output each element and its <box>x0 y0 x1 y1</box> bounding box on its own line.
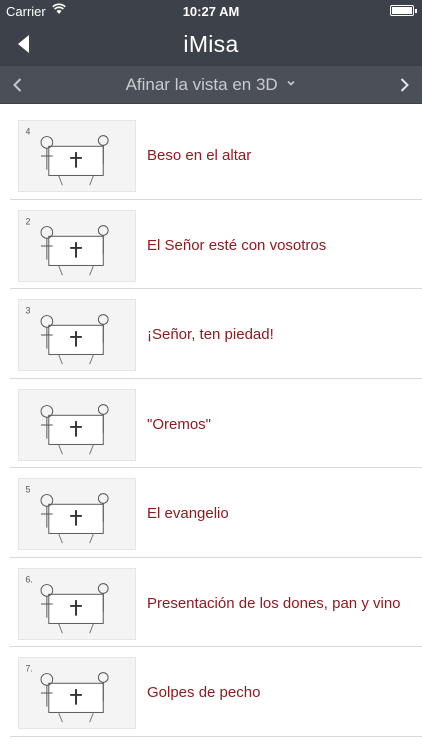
list-item-label: Beso en el altar <box>147 147 252 164</box>
list-item[interactable]: "Oremos" <box>0 379 422 469</box>
step-illustration <box>18 388 136 461</box>
svg-text:5: 5 <box>25 485 30 495</box>
step-illustration: 7. <box>18 657 136 729</box>
list-item[interactable]: 2 El Señor esté con vosotros <box>0 200 422 290</box>
navbar: iMisa <box>0 22 422 66</box>
list-item-label: ¡Señor, ten piedad! <box>147 326 274 343</box>
sketch-image <box>40 403 109 454</box>
svg-text:4: 4 <box>25 127 30 137</box>
list-item-label: El Señor esté con vosotros <box>147 236 327 254</box>
chevron-right-icon[interactable] <box>394 75 414 95</box>
sketch-image: 6. <box>25 574 109 633</box>
list-item[interactable]: 5 El evangelio <box>0 468 422 558</box>
step-illustration: 3 <box>18 299 136 371</box>
sketch-image: 7. <box>25 664 109 723</box>
svg-text:2: 2 <box>25 216 30 226</box>
sketch-image: 3 <box>25 306 109 365</box>
status-bar: Carrier 10:27 AM <box>0 0 422 22</box>
battery-fill <box>392 7 412 14</box>
list-item-label: Golpes de pecho <box>147 684 261 701</box>
sketch-image: 5 <box>25 485 109 544</box>
step-illustration: 6. <box>18 567 136 640</box>
list-item-label: "Oremos" <box>147 415 211 433</box>
list-item[interactable]: 7. Golpes de pecho <box>0 647 422 737</box>
sketch-image: 4 <box>25 127 109 186</box>
battery-icon <box>390 5 417 16</box>
step-illustration: 5 <box>18 478 136 550</box>
step-illustration: 4 <box>18 120 136 192</box>
header: Carrier 10:27 AM iMisa <box>0 0 422 66</box>
list-item[interactable]: 6. Presentación de los dones, pan y vino <box>0 558 422 648</box>
view-dropdown-label: Afinar la vista en 3D <box>125 75 278 94</box>
svg-text:6.: 6. <box>25 574 32 584</box>
sketch-image: 2 <box>25 216 109 275</box>
svg-text:3: 3 <box>25 306 30 316</box>
steps-list: 4 Beso en el altar 2 El Señor esté con v… <box>0 110 422 737</box>
svg-text:7.: 7. <box>25 664 32 674</box>
list-item-label: Presentación de los dones, pan y vino <box>147 594 401 612</box>
step-illustration: 2 <box>18 209 136 282</box>
page-title: iMisa <box>183 31 239 57</box>
list-item-label: El evangelio <box>147 505 229 522</box>
view-dropdown[interactable]: Afinar la vista en 3D <box>0 75 422 95</box>
list-item[interactable]: 3 ¡Señor, ten piedad! <box>0 289 422 379</box>
chevron-down-icon <box>287 80 296 86</box>
view-selector-bar: Afinar la vista en 3D <box>0 66 422 104</box>
list-item[interactable]: 4 Beso en el altar <box>0 110 422 200</box>
status-time: 10:27 AM <box>182 4 240 19</box>
